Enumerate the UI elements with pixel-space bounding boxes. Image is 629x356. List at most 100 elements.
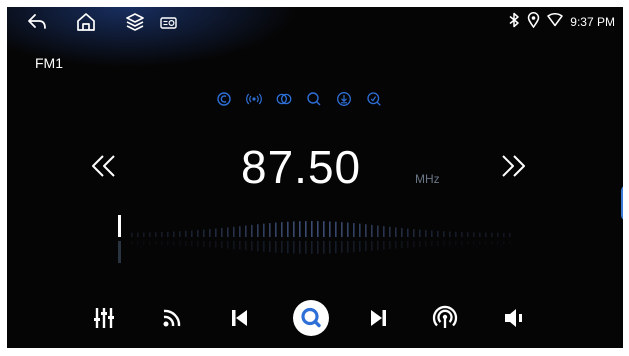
tuner-tick-reflection (257, 241, 259, 252)
tuner-tick (143, 232, 145, 237)
tuner-tick-reflection (395, 241, 397, 249)
tuner-tick (233, 226, 235, 237)
radio-screen: 9:37 PM FM1 87.50 MHz (7, 7, 623, 348)
tuner-tick (281, 222, 283, 237)
status-bar: 9:37 PM (508, 11, 615, 33)
previous-icon[interactable] (225, 303, 255, 333)
tuner-tick (185, 230, 187, 237)
tuner-tick-reflection (287, 241, 289, 254)
tuner-tick (293, 221, 295, 237)
tuner-tick-reflection (317, 241, 319, 254)
tuner-tick (347, 222, 349, 237)
back-icon[interactable] (26, 11, 48, 33)
tuner-tick (197, 230, 199, 237)
broadcast-icon[interactable] (246, 91, 262, 107)
seek-forward-button[interactable] (497, 152, 529, 180)
tuner-tick (221, 228, 223, 237)
tuner-tick-reflection (509, 241, 511, 245)
volume-icon[interactable] (499, 303, 529, 333)
tuner-tick-reflection (347, 241, 349, 253)
tuner-tick-reflection (401, 241, 403, 249)
loop-icon[interactable] (216, 91, 232, 107)
tuner-tick (377, 225, 379, 237)
tuner-tick (365, 224, 367, 237)
tuner-needle[interactable] (118, 215, 121, 237)
tuner-tick (227, 227, 229, 237)
tuner-tick (485, 232, 487, 237)
seek-back-button[interactable] (87, 152, 119, 180)
tuner-tick-reflection (353, 241, 355, 253)
tuner-tick-reflection (281, 241, 283, 253)
tuner-scale[interactable] (117, 215, 517, 271)
tuner-tick (359, 223, 361, 237)
tuner-tick (245, 225, 247, 237)
tuner-tick-reflection (407, 241, 409, 248)
tuner-tick (311, 221, 313, 237)
tuner-tick-reflection (269, 241, 271, 253)
search-icon (301, 307, 321, 328)
tuner-tick-reflection (161, 241, 163, 246)
side-panel-tab[interactable] (621, 185, 623, 221)
tuner-tick (239, 226, 241, 237)
tuner-tick (383, 226, 385, 237)
tuner-tick (269, 223, 271, 237)
layers-icon[interactable] (124, 11, 146, 33)
tuner-tick-reflection (503, 241, 505, 245)
tuner-tick-reflection (365, 241, 367, 252)
tuner-tick (209, 229, 211, 237)
frequency-display: 87.50 (241, 141, 362, 193)
tuner-tick (425, 230, 427, 237)
tuner-tick (455, 231, 457, 237)
next-icon[interactable] (363, 303, 393, 333)
tuner-tick-reflection (179, 241, 181, 246)
tuner-tick-reflection (449, 241, 451, 246)
tuner-tick-reflection (137, 241, 139, 245)
tuner-tick-reflection (245, 241, 247, 251)
tuner-tick (275, 222, 277, 237)
tuner-tick-reflection (431, 241, 433, 247)
tuner-tick-reflection (491, 241, 493, 245)
tuner-tick-reflection (203, 241, 205, 247)
tuner-tick-reflection (227, 241, 229, 249)
tuner-tick (467, 232, 469, 237)
tuner-tick-reflection (173, 241, 175, 246)
tuner-tick-reflection (473, 241, 475, 245)
stereo-icon[interactable] (276, 91, 292, 107)
search-icon[interactable] (306, 91, 322, 107)
tuner-tick-reflection (251, 241, 253, 251)
rescan-icon[interactable] (366, 91, 382, 107)
tuner-tick-reflection (221, 241, 223, 249)
tuner-tick-reflection (329, 241, 331, 254)
location-icon (527, 11, 540, 33)
tuner-needle-reflection (118, 241, 121, 263)
tuner-tick-reflection (467, 241, 469, 245)
broadcast-icon[interactable] (430, 303, 460, 333)
tuner-tick-reflection (419, 241, 421, 247)
tuner-tick (257, 224, 259, 237)
tuner-tick (497, 232, 499, 237)
equalizer-icon[interactable] (89, 303, 119, 333)
tuner-tick (491, 232, 493, 237)
tuner-tick (173, 231, 175, 237)
download-icon[interactable] (336, 91, 352, 107)
rss-icon[interactable] (157, 303, 187, 333)
tuner-tick (449, 231, 451, 237)
tuner-tick (509, 232, 511, 237)
tuner-tick-reflection (323, 241, 325, 254)
scan-button[interactable] (293, 300, 329, 336)
tuner-tick (437, 230, 439, 237)
tuner-tick (341, 222, 343, 237)
band-label[interactable]: FM1 (35, 55, 63, 71)
tuner-tick (287, 221, 289, 237)
tuner-tick (155, 232, 157, 237)
clock: 9:37 PM (570, 15, 615, 29)
tuner-tick (389, 226, 391, 237)
home-icon[interactable] (75, 11, 97, 33)
tuner-tick-reflection (197, 241, 199, 247)
tuner-tick-reflection (341, 241, 343, 253)
tuner-tick-reflection (455, 241, 457, 246)
radio-icon[interactable] (158, 11, 180, 33)
tuner-tick (443, 231, 445, 237)
wifi-icon (547, 12, 564, 32)
tuner-tick-reflection (275, 241, 277, 253)
